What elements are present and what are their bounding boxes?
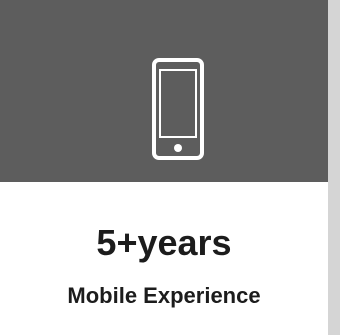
- experience-card: 5+years Mobile Experience: [0, 0, 328, 335]
- experience-value: 5+years: [96, 222, 232, 263]
- experience-caption: Mobile Experience: [67, 283, 261, 308]
- card-body: 5+years Mobile Experience: [0, 182, 328, 335]
- card-header: [0, 0, 328, 182]
- mobile-phone-icon: [152, 58, 204, 160]
